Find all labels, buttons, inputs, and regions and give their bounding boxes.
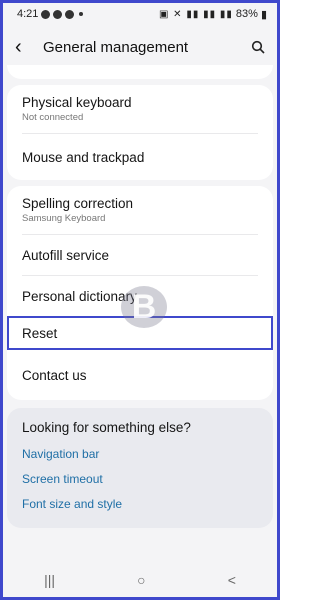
battery-percent: 83% — [235, 8, 258, 20]
settings-card-partial — [7, 65, 273, 79]
suggestions-heading: Looking for something else? — [22, 420, 191, 435]
item-label: Autofill service — [22, 247, 110, 263]
link-navigation-bar[interactable]: Navigation bar — [22, 447, 258, 461]
status-right: ▣ ✕ ▮▮ ▮▮ ▮▮ 83% ▮ — [159, 8, 267, 21]
app-bar: ‹ General management — [3, 25, 277, 69]
back-button[interactable]: < — [228, 572, 236, 588]
watermark-logo: B — [121, 286, 167, 328]
link-screen-timeout[interactable]: Screen timeout — [22, 472, 258, 486]
list-item-spelling-correction[interactable]: Spelling correction Samsung Keyboard — [7, 186, 273, 234]
item-sublabel: Samsung Keyboard — [22, 213, 106, 224]
system-nav-bar: ||| ○ < — [3, 563, 277, 597]
settings-card-input: Physical keyboard Not connected Mouse an… — [7, 85, 273, 180]
list-item-mouse-trackpad[interactable]: Mouse and trackpad — [7, 134, 273, 180]
status-left: 4:21 — [17, 8, 84, 20]
item-label: Spelling correction — [22, 196, 134, 211]
list-item-autofill-service[interactable]: Autofill service — [7, 235, 273, 275]
item-sublabel: Not connected — [22, 112, 84, 123]
page-title: General management — [43, 38, 189, 56]
suggestions-panel: Looking for something else? Navigation b… — [7, 408, 273, 528]
watermark-letter: B — [131, 287, 157, 326]
notification-icon — [65, 9, 75, 19]
recents-button[interactable]: ||| — [44, 572, 55, 588]
item-label: Contact us — [22, 367, 87, 383]
list-item-contact-us[interactable]: Contact us — [7, 350, 273, 400]
back-arrow-icon[interactable]: ‹ — [15, 37, 37, 57]
more-notifications-icon — [79, 12, 84, 16]
home-button[interactable]: ○ — [137, 572, 145, 588]
notification-icon — [53, 9, 63, 19]
phone-screen: 4:21 ▣ ✕ ▮▮ ▮▮ ▮▮ 83% ▮ ‹ General manage… — [0, 0, 280, 600]
search-icon[interactable] — [247, 36, 269, 58]
notification-icon — [41, 9, 51, 19]
signal-icons: ▣ ✕ ▮▮ ▮▮ ▮▮ — [158, 8, 233, 20]
reset-label: Reset — [22, 325, 58, 341]
item-label: Mouse and trackpad — [22, 149, 145, 165]
settings-card-contact: Contact us — [7, 350, 273, 400]
link-font-size-style[interactable]: Font size and style — [22, 497, 258, 511]
list-item-physical-keyboard[interactable]: Physical keyboard Not connected — [7, 85, 273, 133]
clock: 4:21 — [17, 8, 39, 20]
item-label: Physical keyboard — [22, 95, 132, 110]
status-bar: 4:21 ▣ ✕ ▮▮ ▮▮ ▮▮ 83% ▮ — [3, 3, 277, 25]
battery-icon: ▮ — [260, 8, 267, 21]
